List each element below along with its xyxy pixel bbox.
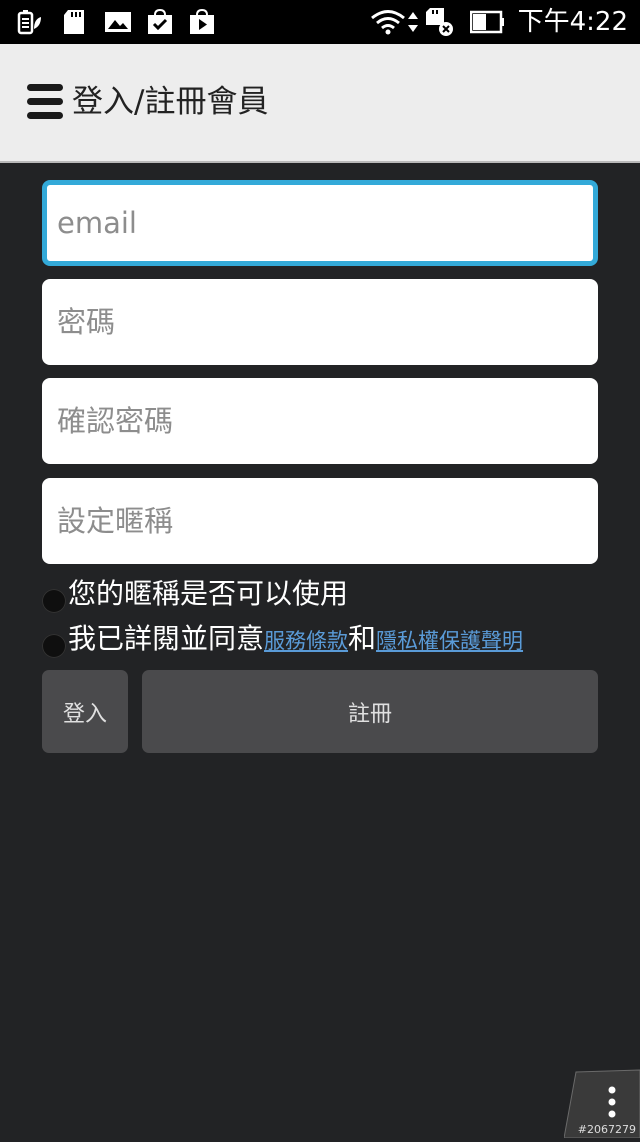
- sd-card-icon: [62, 9, 88, 35]
- agree-terms-row[interactable]: 我已詳閱並同意 服務條款 和 隱私權保護聲明: [42, 617, 523, 658]
- hamburger-menu-icon[interactable]: [27, 84, 65, 122]
- agree-terms-radio[interactable]: [42, 634, 66, 658]
- password-field-container: [42, 279, 598, 365]
- email-field-container: [42, 180, 598, 266]
- nickname-check-label: 您的暱稱是否可以使用: [68, 577, 349, 610]
- action-bar: 登入/註冊會員: [0, 44, 640, 163]
- nickname-input[interactable]: [42, 478, 598, 564]
- status-time: 下午4:22: [517, 7, 628, 37]
- nickname-check-row[interactable]: 您的暱稱是否可以使用: [42, 572, 349, 613]
- play-store-icon: [188, 9, 216, 35]
- terms-link[interactable]: 服務條款: [264, 625, 348, 655]
- wifi-icon: [370, 9, 406, 35]
- confirm-password-input[interactable]: [42, 378, 598, 464]
- and-text: 和: [348, 622, 377, 655]
- battery-saver-icon: [16, 9, 42, 35]
- email-input[interactable]: [47, 185, 593, 261]
- page-title: 登入/註冊會員: [72, 84, 269, 120]
- privacy-link[interactable]: 隱私權保護聲明: [376, 625, 523, 655]
- agree-label: 我已詳閱並同意: [68, 622, 265, 655]
- nickname-check-radio[interactable]: [42, 589, 66, 613]
- register-button[interactable]: 註冊: [142, 670, 598, 753]
- password-input[interactable]: [42, 279, 598, 365]
- check-bag-icon: [146, 9, 174, 35]
- battery-icon: [470, 9, 506, 35]
- watermark: #2067279: [577, 1123, 636, 1136]
- image-icon: [104, 9, 132, 35]
- confirm-password-field-container: [42, 378, 598, 464]
- sd-card-error-icon: [424, 8, 454, 36]
- data-arrows-icon: [406, 9, 420, 35]
- nickname-field-container: [42, 478, 598, 564]
- status-bar: 下午4:22: [0, 0, 640, 44]
- login-button[interactable]: 登入: [42, 670, 128, 753]
